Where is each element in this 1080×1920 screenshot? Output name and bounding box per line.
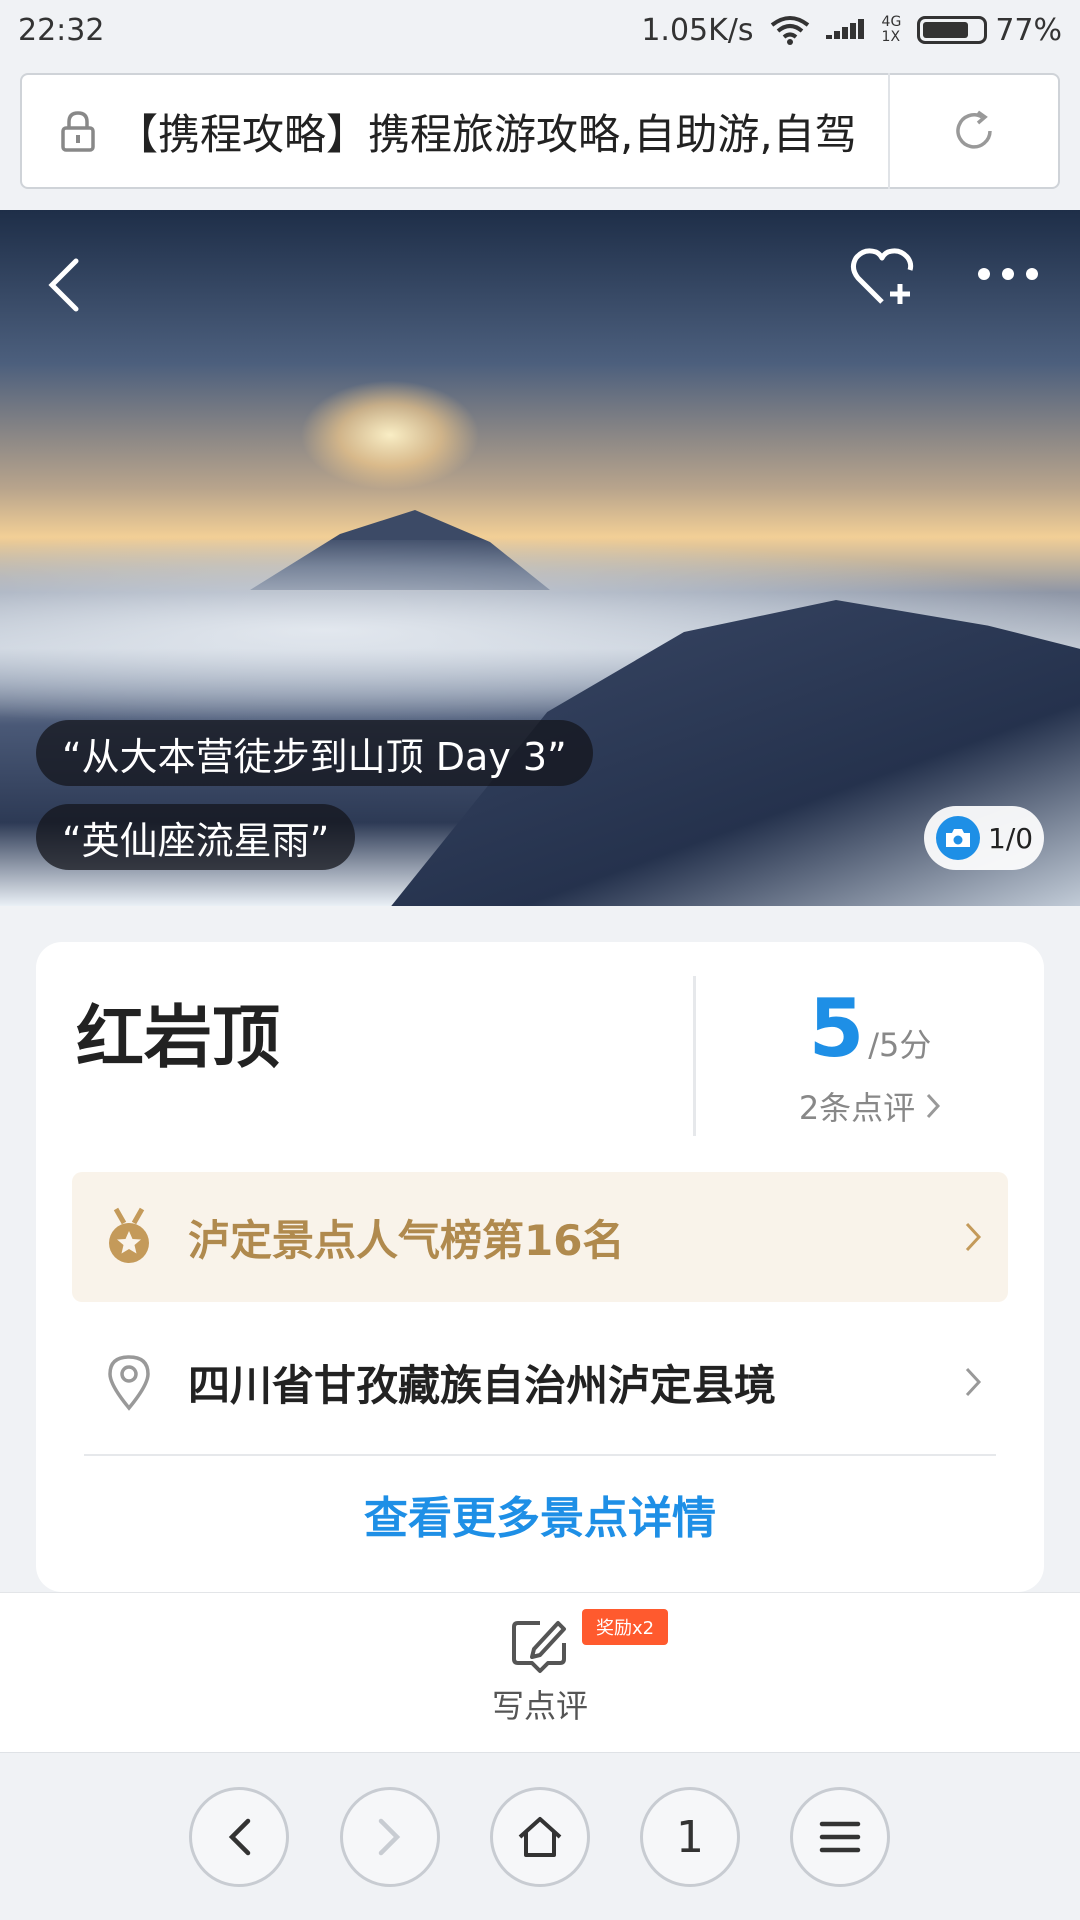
write-review-label: 写点评 xyxy=(491,1687,588,1725)
browser-back-button[interactable] xyxy=(189,1787,289,1887)
menu-icon xyxy=(819,1821,861,1853)
more-dot xyxy=(978,268,990,280)
reload-icon[interactable] xyxy=(890,109,1058,153)
browser-tabs-button[interactable]: 1 xyxy=(640,1787,740,1887)
medal-icon xyxy=(84,1207,174,1267)
network-speed: 1.05K/s xyxy=(641,12,754,48)
card-divider xyxy=(84,1454,996,1456)
more-dot xyxy=(1002,268,1014,280)
chevron-right-icon xyxy=(378,1818,401,1856)
more-dot xyxy=(1026,268,1038,280)
hero-tag[interactable]: “英仙座流星雨” xyxy=(36,804,356,870)
reward-badge: 奖励x2 xyxy=(582,1609,669,1645)
hero-sun xyxy=(300,380,480,490)
chevron-right-icon xyxy=(927,1093,941,1119)
score-max: /5分 xyxy=(868,1026,932,1064)
ranking-text: 泸定景点人气榜第16名 xyxy=(188,1215,625,1265)
ranking-banner[interactable]: 泸定景点人气榜第16名 xyxy=(72,1172,1008,1302)
hero-image[interactable]: “从大本营徒步到山顶 Day 3” “英仙座流星雨” 1/0 xyxy=(0,210,1080,906)
tab-count: 1 xyxy=(676,1811,704,1863)
more-details-link[interactable]: 查看更多景点详情 xyxy=(36,1482,1044,1546)
signal-icon xyxy=(825,19,864,39)
browser-home-button[interactable] xyxy=(490,1787,590,1887)
attraction-info-card: 红岩顶 5 /5分 2条点评 泸定景点人气榜第16名 四川省甘孜藏族自治州泸定县… xyxy=(36,942,1044,1592)
attraction-name: 红岩顶 xyxy=(76,999,281,1078)
network-type-top: 4G xyxy=(881,14,902,30)
wifi-icon xyxy=(770,16,809,45)
battery-percent: 77% xyxy=(995,12,1062,48)
chevron-right-icon xyxy=(938,1365,1008,1399)
url-text[interactable]: 【携程攻略】携程旅游攻略,自助游,自驾 xyxy=(108,101,888,162)
browser-nav-bar: 1 xyxy=(0,1752,1080,1920)
battery-fill xyxy=(923,22,968,38)
photo-counter[interactable]: 1/0 xyxy=(924,806,1044,870)
status-time: 22:32 xyxy=(18,12,105,48)
browser-forward-button[interactable] xyxy=(340,1787,440,1887)
score-value: 5 xyxy=(808,982,865,1075)
status-bar: 22:32 1.05K/s 4G 1X 77% xyxy=(0,0,1080,60)
photo-counter-text: 1/0 xyxy=(988,821,1034,855)
lock-icon xyxy=(48,110,108,152)
browser-menu-button[interactable] xyxy=(790,1787,890,1887)
camera-icon xyxy=(936,816,980,860)
review-bar: 写点评 奖励x2 xyxy=(0,1592,1080,1752)
home-icon xyxy=(518,1817,562,1857)
score-section[interactable]: 5 /5分 2条点评 xyxy=(696,982,1044,1129)
score-line: 5 /5分 xyxy=(696,982,1044,1075)
favorite-heart-icon[interactable] xyxy=(850,246,916,314)
address-row[interactable]: 四川省甘孜藏族自治州泸定县境 xyxy=(72,1322,1008,1442)
network-type: 4G 1X xyxy=(882,15,902,45)
address-text: 四川省甘孜藏族自治州泸定县境 xyxy=(188,1360,777,1410)
network-type-bottom: 1X xyxy=(881,29,901,45)
status-right: 1.05K/s 4G 1X 77% xyxy=(641,13,1062,48)
location-pin-icon xyxy=(84,1353,174,1411)
review-count-link[interactable]: 2条点评 xyxy=(696,1083,1044,1129)
review-count: 2条点评 xyxy=(798,1089,916,1127)
chevron-right-icon xyxy=(938,1220,1008,1254)
back-arrow-icon[interactable] xyxy=(38,250,88,320)
battery: 77% xyxy=(917,13,1062,48)
chevron-left-icon xyxy=(228,1818,251,1856)
url-bar[interactable]: 【携程攻略】携程旅游攻略,自助游,自驾 xyxy=(20,73,1060,189)
more-dots-icon[interactable] xyxy=(978,268,1038,280)
hero-tag[interactable]: “从大本营徒步到山顶 Day 3” xyxy=(36,720,593,786)
battery-icon xyxy=(917,16,988,44)
